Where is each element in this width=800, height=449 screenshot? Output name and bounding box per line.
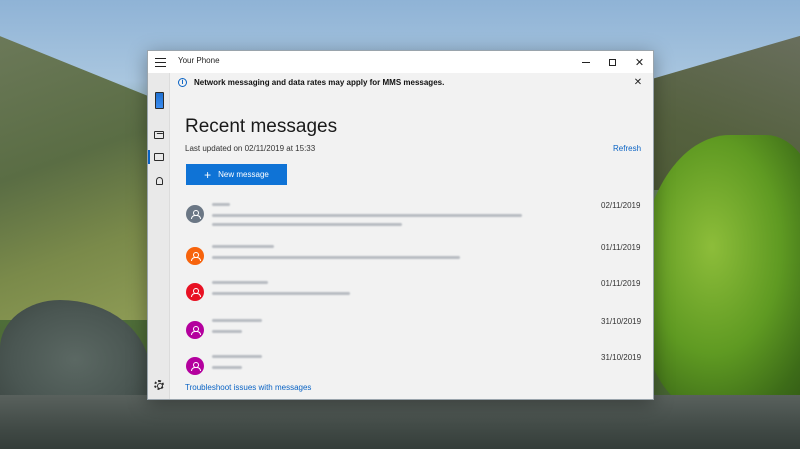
message-date: 31/10/2019 [601, 317, 642, 326]
message-row[interactable]: 01/11/2019 [170, 275, 653, 313]
close-icon: ✕ [634, 56, 645, 69]
new-message-label: New message [218, 170, 269, 179]
obscured-sender [212, 203, 230, 206]
message-date: 01/11/2019 [601, 243, 641, 252]
hamburger-menu-icon[interactable] [152, 55, 168, 69]
banner-text: Network messaging and data rates may app… [194, 78, 445, 87]
contact-avatar-icon [186, 247, 204, 265]
close-window-button[interactable]: ✕ [626, 51, 653, 73]
obscured-preview [212, 366, 242, 369]
info-banner: i Network messaging and data rates may a… [172, 73, 653, 93]
contact-avatar-icon [186, 205, 204, 223]
banner-close-button[interactable]: ✕ [631, 76, 645, 90]
nav-notifications-button[interactable] [148, 171, 170, 191]
obscured-sender [212, 355, 262, 358]
page-title: Recent messages [185, 116, 338, 137]
message-icon [154, 153, 164, 161]
gear-icon [154, 380, 164, 390]
nav-phone-button[interactable] [148, 87, 170, 113]
maximize-button[interactable] [599, 51, 626, 73]
obscured-sender [212, 319, 262, 322]
obscured-sender [212, 281, 268, 284]
obscured-preview [212, 330, 242, 333]
nav-settings-button[interactable] [148, 375, 170, 395]
minimize-button[interactable] [572, 51, 599, 73]
message-date: 02/11/2019 [601, 201, 641, 210]
wallpaper-rocks-bottom [0, 395, 800, 449]
title-bar: Your Phone ✕ [148, 51, 653, 73]
message-row[interactable]: 01/11/2019 [170, 239, 653, 277]
bell-icon [155, 177, 163, 185]
message-row[interactable]: 02/11/2019 [170, 197, 653, 235]
obscured-preview [212, 256, 460, 259]
new-message-button[interactable]: + New message [186, 164, 287, 185]
message-date: 31/10/2019 [601, 353, 642, 362]
obscured-preview [212, 214, 522, 217]
obscured-sender [212, 245, 274, 248]
nav-photos-button[interactable] [148, 125, 170, 145]
left-nav-rail [148, 73, 170, 399]
troubleshoot-link[interactable]: Troubleshoot issues with messages [185, 383, 311, 392]
messages-main: Recent messages Last updated on 02/11/20… [170, 93, 653, 399]
obscured-preview [212, 223, 402, 226]
last-updated-text: Last updated on 02/11/2019 at 15:33 [185, 144, 316, 153]
maximize-icon [609, 58, 616, 66]
message-list: 02/11/2019 01/11/2019 01/11/2019 31/10/2… [170, 197, 653, 377]
message-row[interactable]: 31/10/2019 [170, 349, 653, 377]
app-title: Your Phone [178, 56, 220, 65]
plus-icon: + [204, 167, 212, 182]
obscured-preview [212, 292, 350, 295]
phone-icon [154, 91, 164, 109]
message-row[interactable]: 31/10/2019 [170, 313, 653, 351]
nav-messages-button[interactable] [148, 147, 170, 167]
refresh-link[interactable]: Refresh [613, 144, 641, 153]
info-icon: i [178, 78, 187, 87]
photos-icon [154, 131, 164, 139]
your-phone-window: Your Phone ✕ i Network messaging and dat… [147, 50, 654, 400]
contact-avatar-icon [186, 283, 204, 301]
contact-avatar-icon [186, 321, 204, 339]
minimize-icon [581, 61, 590, 63]
contact-avatar-icon [186, 357, 204, 375]
message-date: 01/11/2019 [601, 279, 641, 288]
